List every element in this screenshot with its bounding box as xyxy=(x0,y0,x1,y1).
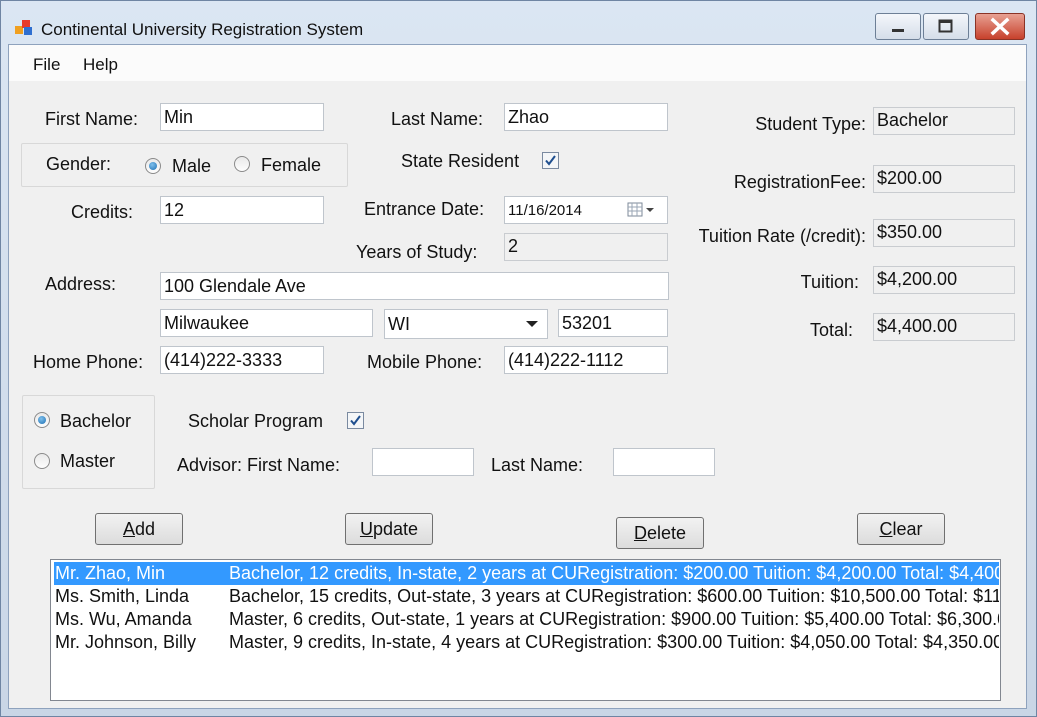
list-item-name: Mr. Johnson, Billy xyxy=(55,632,197,652)
minimize-button[interactable] xyxy=(875,13,921,40)
student-listbox[interactable]: Mr. Zhao, Min Bachelor, 12 credits, In-s… xyxy=(50,559,1001,701)
entrance-date-label: Entrance Date: xyxy=(364,199,485,219)
maximize-button[interactable] xyxy=(923,13,969,40)
app-icon xyxy=(15,20,32,35)
student-type-value: Bachelor xyxy=(873,107,1015,135)
list-item-detail: Bachelor, 15 credits, Out-state, 3 years… xyxy=(229,586,999,606)
first-name-label: First Name: xyxy=(45,109,139,129)
list-item-name: Ms. Smith, Linda xyxy=(55,586,190,606)
registration-fee-value: $200.00 xyxy=(873,165,1015,193)
advisor-last-name-label: Last Name: xyxy=(491,455,584,475)
master-radio[interactable] xyxy=(34,453,50,469)
zip-input[interactable]: 53201 xyxy=(558,309,668,337)
maximize-icon xyxy=(938,19,953,33)
state-select-value: WI xyxy=(388,314,410,334)
state-resident-checkbox[interactable] xyxy=(542,152,559,169)
home-phone-label: Home Phone: xyxy=(33,352,144,372)
menu-bar: File Help xyxy=(9,45,1026,81)
title-bar[interactable]: Continental University Registration Syst… xyxy=(1,1,1036,44)
minimize-icon xyxy=(892,29,904,32)
list-item-name: Mr. Zhao, Min xyxy=(55,563,166,583)
list-item[interactable]: Ms. Smith, Linda Bachelor, 15 credits, O… xyxy=(54,585,999,608)
update-button[interactable]: Update xyxy=(345,513,433,545)
mobile-phone-label: Mobile Phone: xyxy=(367,352,483,372)
add-button[interactable]: Add xyxy=(95,513,183,545)
first-name-input[interactable]: Min xyxy=(160,103,324,131)
entrance-date-value: 11/16/2014 xyxy=(508,202,582,219)
gender-female-label[interactable]: Female xyxy=(261,155,321,176)
chevron-down-icon xyxy=(526,321,538,327)
window-title: Continental University Registration Syst… xyxy=(41,20,364,39)
master-label[interactable]: Master xyxy=(60,451,115,472)
client-area: File Help First Name: Min Last Name: Zha… xyxy=(8,44,1027,709)
tuition-value: $4,200.00 xyxy=(873,266,1015,294)
last-name-input[interactable]: Zhao xyxy=(504,103,668,131)
delete-button[interactable]: Delete xyxy=(616,517,704,549)
menu-file[interactable]: File xyxy=(33,55,60,75)
state-select[interactable]: WI xyxy=(384,309,548,339)
tuition-rate-value: $350.00 xyxy=(873,219,1015,247)
gender-male-label[interactable]: Male xyxy=(172,156,211,177)
calendar-icon[interactable] xyxy=(627,201,659,219)
credits-input[interactable]: 12 xyxy=(160,196,324,224)
registration-fee-label: RegistrationFee: xyxy=(733,172,866,192)
mobile-phone-input[interactable]: (414)222-1112 xyxy=(504,346,668,374)
state-resident-label[interactable]: State Resident xyxy=(401,151,519,172)
total-value: $4,400.00 xyxy=(873,313,1015,341)
advisor-last-name-input[interactable] xyxy=(613,448,715,476)
checkmark-icon xyxy=(545,155,556,166)
degree-group xyxy=(22,395,155,489)
close-button[interactable] xyxy=(975,13,1025,40)
list-item-name: Ms. Wu, Amanda xyxy=(55,609,192,629)
gender-female-radio[interactable] xyxy=(234,156,250,172)
last-name-label: Last Name: xyxy=(391,109,484,129)
city-input[interactable]: Milwaukee xyxy=(160,309,373,337)
checkmark-icon xyxy=(350,415,361,426)
student-type-label: Student Type: xyxy=(755,114,866,134)
list-item-detail: Master, 9 credits, In-state, 4 years at … xyxy=(229,632,999,652)
tuition-label: Tuition: xyxy=(800,272,859,292)
tuition-rate-label: Tuition Rate (/credit): xyxy=(698,226,866,246)
clear-button[interactable]: Clear xyxy=(857,513,945,545)
gender-label: Gender: xyxy=(46,154,112,174)
home-phone-input[interactable]: (414)222-3333 xyxy=(160,346,324,374)
credits-label: Credits: xyxy=(71,202,134,222)
advisor-first-name-input[interactable] xyxy=(372,448,474,476)
list-item-detail: Master, 6 credits, Out-state, 1 years at… xyxy=(229,609,999,629)
bachelor-radio[interactable] xyxy=(34,412,50,428)
list-item-detail: Bachelor, 12 credits, In-state, 2 years … xyxy=(229,563,999,583)
list-item[interactable]: Mr. Johnson, Billy Master, 9 credits, In… xyxy=(54,631,999,654)
street-input[interactable]: 100 Glendale Ave xyxy=(160,272,669,300)
gender-male-radio[interactable] xyxy=(145,158,161,174)
scholar-program-checkbox[interactable] xyxy=(347,412,364,429)
list-item[interactable]: Mr. Zhao, Min Bachelor, 12 credits, In-s… xyxy=(54,562,999,585)
years-of-study-value: 2 xyxy=(504,233,668,261)
menu-help[interactable]: Help xyxy=(83,55,118,75)
scholar-program-label[interactable]: Scholar Program xyxy=(188,411,323,432)
advisor-first-name-label: Advisor: First Name: xyxy=(177,455,341,475)
address-label: Address: xyxy=(45,274,117,294)
bachelor-label[interactable]: Bachelor xyxy=(60,411,131,432)
entrance-date-picker[interactable]: 11/16/2014 xyxy=(504,196,668,224)
years-of-study-label: Years of Study: xyxy=(356,242,478,262)
list-item[interactable]: Ms. Wu, Amanda Master, 6 credits, Out-st… xyxy=(54,608,999,631)
close-icon xyxy=(990,17,1010,36)
app-window: Continental University Registration Syst… xyxy=(0,0,1037,717)
total-label: Total: xyxy=(809,320,853,340)
